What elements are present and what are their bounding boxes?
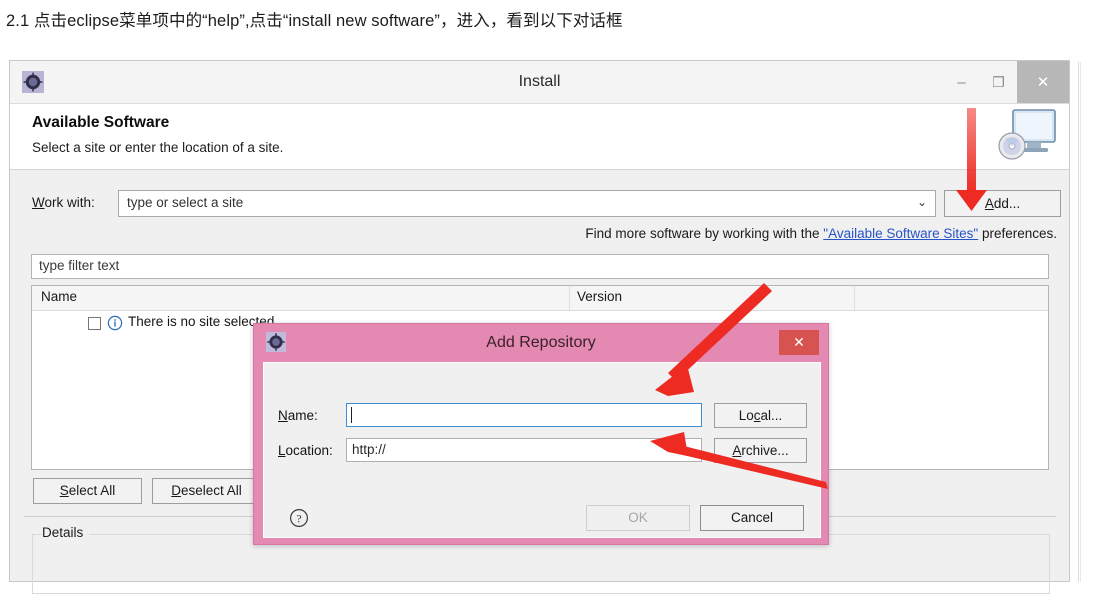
add-button[interactable]: Add... [944, 190, 1061, 217]
chevron-down-icon[interactable]: ⌄ [917, 195, 927, 209]
add-button-label: dd... [993, 196, 1021, 211]
cancel-button[interactable]: Cancel [700, 505, 804, 531]
select-all-label: elect All [68, 483, 116, 498]
local-before: Lo [738, 408, 754, 423]
close-icon[interactable]: ✕ [1017, 61, 1069, 103]
work-with-label-rest: ork with: [44, 195, 95, 210]
archive-button[interactable]: Archive... [714, 438, 807, 463]
find-more-before: Find more software by working with the [585, 226, 824, 241]
maximize-icon[interactable]: ❐ [980, 61, 1017, 103]
location-label: Location: [278, 443, 333, 458]
details-label: Details [42, 525, 90, 540]
svg-text:?: ? [296, 511, 301, 525]
column-header-name[interactable]: Name [41, 289, 77, 304]
location-label-rest: ocation: [285, 443, 333, 458]
page-caption: 2.1 点击eclipse菜单项中的“help”,点击“install new … [6, 12, 623, 30]
add-repository-content: Name: Location: http:// Local... Archive… [263, 362, 821, 538]
deselect-all-button[interactable]: Deselect All [152, 478, 261, 504]
archive-label: rchive... [741, 443, 789, 458]
page-subtitle: Select a site or enter the location of a… [32, 140, 284, 155]
window-controls: – ❐ ✕ [943, 61, 1069, 103]
add-button-accel: A [984, 196, 994, 211]
work-with-combobox[interactable]: type or select a site ⌄ [118, 190, 936, 217]
name-label: Name: [278, 408, 318, 423]
info-icon [107, 315, 123, 331]
work-with-value: type or select a site [127, 195, 244, 210]
install-header-band: Available Software Select a site or ente… [10, 104, 1069, 170]
deselect-all-accel: D [171, 483, 181, 498]
filter-input[interactable]: type filter text [31, 254, 1049, 279]
location-accel: L [278, 443, 286, 458]
monitor-cd-icon [993, 106, 1059, 168]
select-all-button[interactable]: Select All [33, 478, 142, 504]
page-title: Available Software [32, 114, 170, 131]
location-value: http:// [352, 442, 386, 457]
close-icon[interactable]: ✕ [779, 330, 819, 355]
add-repository-titlebar: Add Repository ✕ [254, 324, 828, 362]
name-label-rest: ame: [287, 408, 318, 423]
install-titlebar: Install – ❐ ✕ [10, 61, 1069, 104]
table-header-row: Name Version [32, 286, 1048, 311]
name-field[interactable] [346, 403, 702, 427]
ok-button[interactable]: OK [586, 505, 690, 531]
select-all-accel: S [59, 483, 69, 498]
question-mark-icon[interactable]: ? [289, 508, 309, 528]
location-field[interactable]: http:// [346, 438, 702, 462]
local-accel: c [753, 408, 761, 423]
local-button[interactable]: Local... [714, 403, 807, 428]
find-more-after: preferences. [978, 226, 1057, 241]
work-with-label: Work with: [32, 195, 95, 210]
install-window-title: Install [518, 73, 561, 90]
local-after: al... [760, 408, 783, 423]
available-software-sites-link[interactable]: "Available Software Sites" [823, 226, 978, 241]
deselect-all-label: eselect All [180, 483, 242, 498]
minimize-icon[interactable]: – [943, 61, 980, 103]
background-window-edge [1078, 62, 1081, 582]
column-divider[interactable] [854, 286, 855, 310]
column-header-version[interactable]: Version [577, 289, 622, 304]
column-divider[interactable] [569, 286, 570, 310]
filter-placeholder: type filter text [39, 258, 120, 273]
work-with-row: Work with: type or select a site ⌄ Add..… [10, 190, 1069, 218]
row-checkbox[interactable] [88, 317, 101, 330]
find-more-text: Find more software by working with the "… [585, 226, 1057, 241]
work-with-accel: W [32, 195, 45, 210]
add-repository-title: Add Repository [486, 334, 596, 351]
name-accel: N [278, 408, 288, 423]
text-caret [351, 407, 352, 423]
add-repository-dialog: Add Repository ✕ Name: Location: http://… [253, 323, 829, 545]
